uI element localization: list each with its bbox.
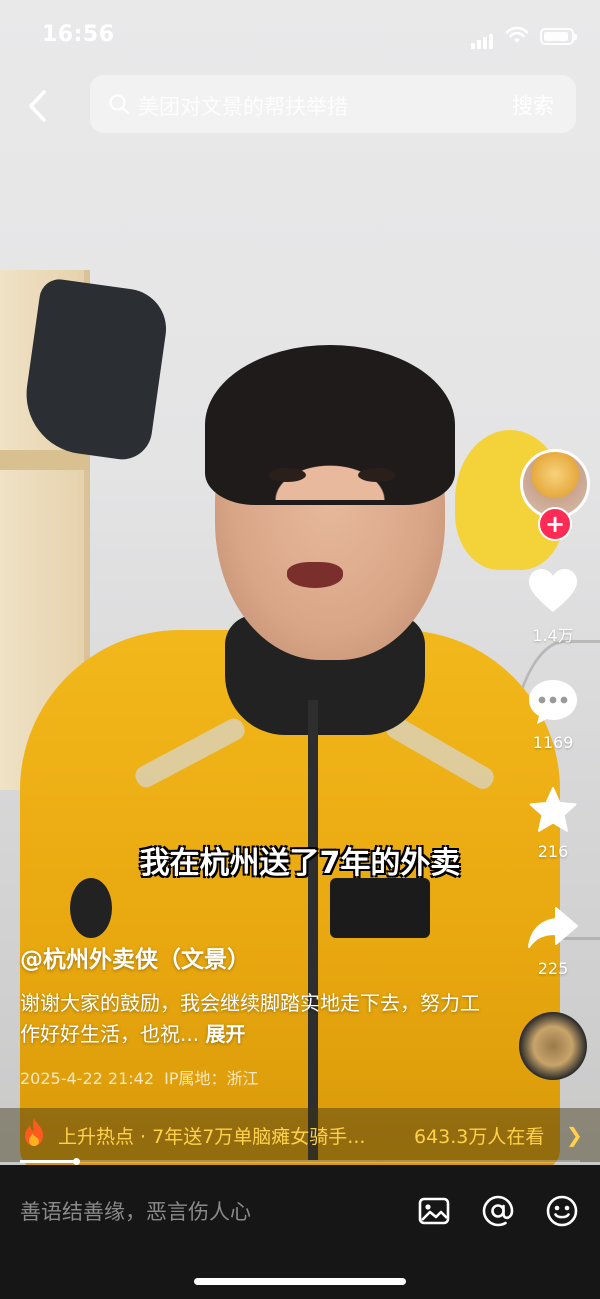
back-icon[interactable] [22,86,58,126]
like-button[interactable]: 1.4万 [508,566,598,646]
description-text: 谢谢大家的鼓励，我会继续脚踏实地走下去，努力工作好好生活，也祝... [20,991,480,1046]
emoji-icon[interactable] [545,1194,579,1228]
expand-button[interactable]: 展开 [205,1022,245,1046]
author-name[interactable]: @杭州外卖侠（文景） [20,940,250,974]
jacket-zipper [308,700,318,1160]
search-bar[interactable]: 美团对文景的帮扶举措 搜索 [90,75,576,133]
wifi-icon [505,26,529,43]
video-progress-bar[interactable] [20,1158,580,1165]
video-subtitle: 我在杭州送了7年的外卖 [139,846,461,881]
share-count: 225 [537,959,569,978]
jacket-badge [70,878,112,938]
image-icon[interactable] [417,1194,451,1228]
video-meta: 2025-4-22 21:42 IP属地：浙江 [20,1065,259,1089]
status-bar: 16:56 [0,0,600,70]
share-icon [528,907,578,948]
status-time: 16:56 [42,22,115,47]
video-description: 谢谢大家的鼓励，我会继续脚踏实地走下去，努力工作好好生活，也祝... 展开 [20,988,480,1050]
hot-viewer-count: 643.3万人在看 [414,1126,545,1148]
music-disc-icon[interactable] [519,1012,587,1080]
battery-icon [540,28,577,45]
star-icon [529,787,577,832]
follow-button[interactable]: + [538,507,572,541]
cellular-signal-icon [471,30,495,49]
search-button[interactable]: 搜索 [512,90,554,120]
chevron-right-icon[interactable]: ❯ [566,1123,583,1147]
post-date: 2025-4-22 21:42 [20,1069,154,1088]
comment-count: 1169 [532,733,574,752]
fire-icon [25,1118,43,1146]
person-mouth [287,562,343,588]
person-eye [358,468,396,482]
video-progress-fill [20,1160,76,1163]
like-count: 1.4万 [532,626,574,645]
person-hair [205,345,455,505]
video-progress-knob[interactable] [73,1158,80,1165]
comment-button[interactable]: 1169 [508,677,598,752]
at-icon[interactable] [481,1194,515,1228]
person-eye [268,468,306,482]
search-query[interactable]: 美团对文景的帮扶举措 [138,91,348,121]
hot-topic-text[interactable]: 上升热点 · 7年送7万单脑瘫女骑手... [58,1122,365,1149]
heart-icon [529,569,577,612]
comment-input[interactable]: 善语结善缘，恶言伤人心 [20,1196,251,1226]
home-indicator[interactable] [194,1278,406,1285]
jacket-logo-patch [330,878,430,938]
ip-location: IP属地：浙江 [164,1069,259,1088]
share-button[interactable]: 225 [508,903,598,978]
comment-icon [529,680,577,724]
search-icon [109,94,130,115]
